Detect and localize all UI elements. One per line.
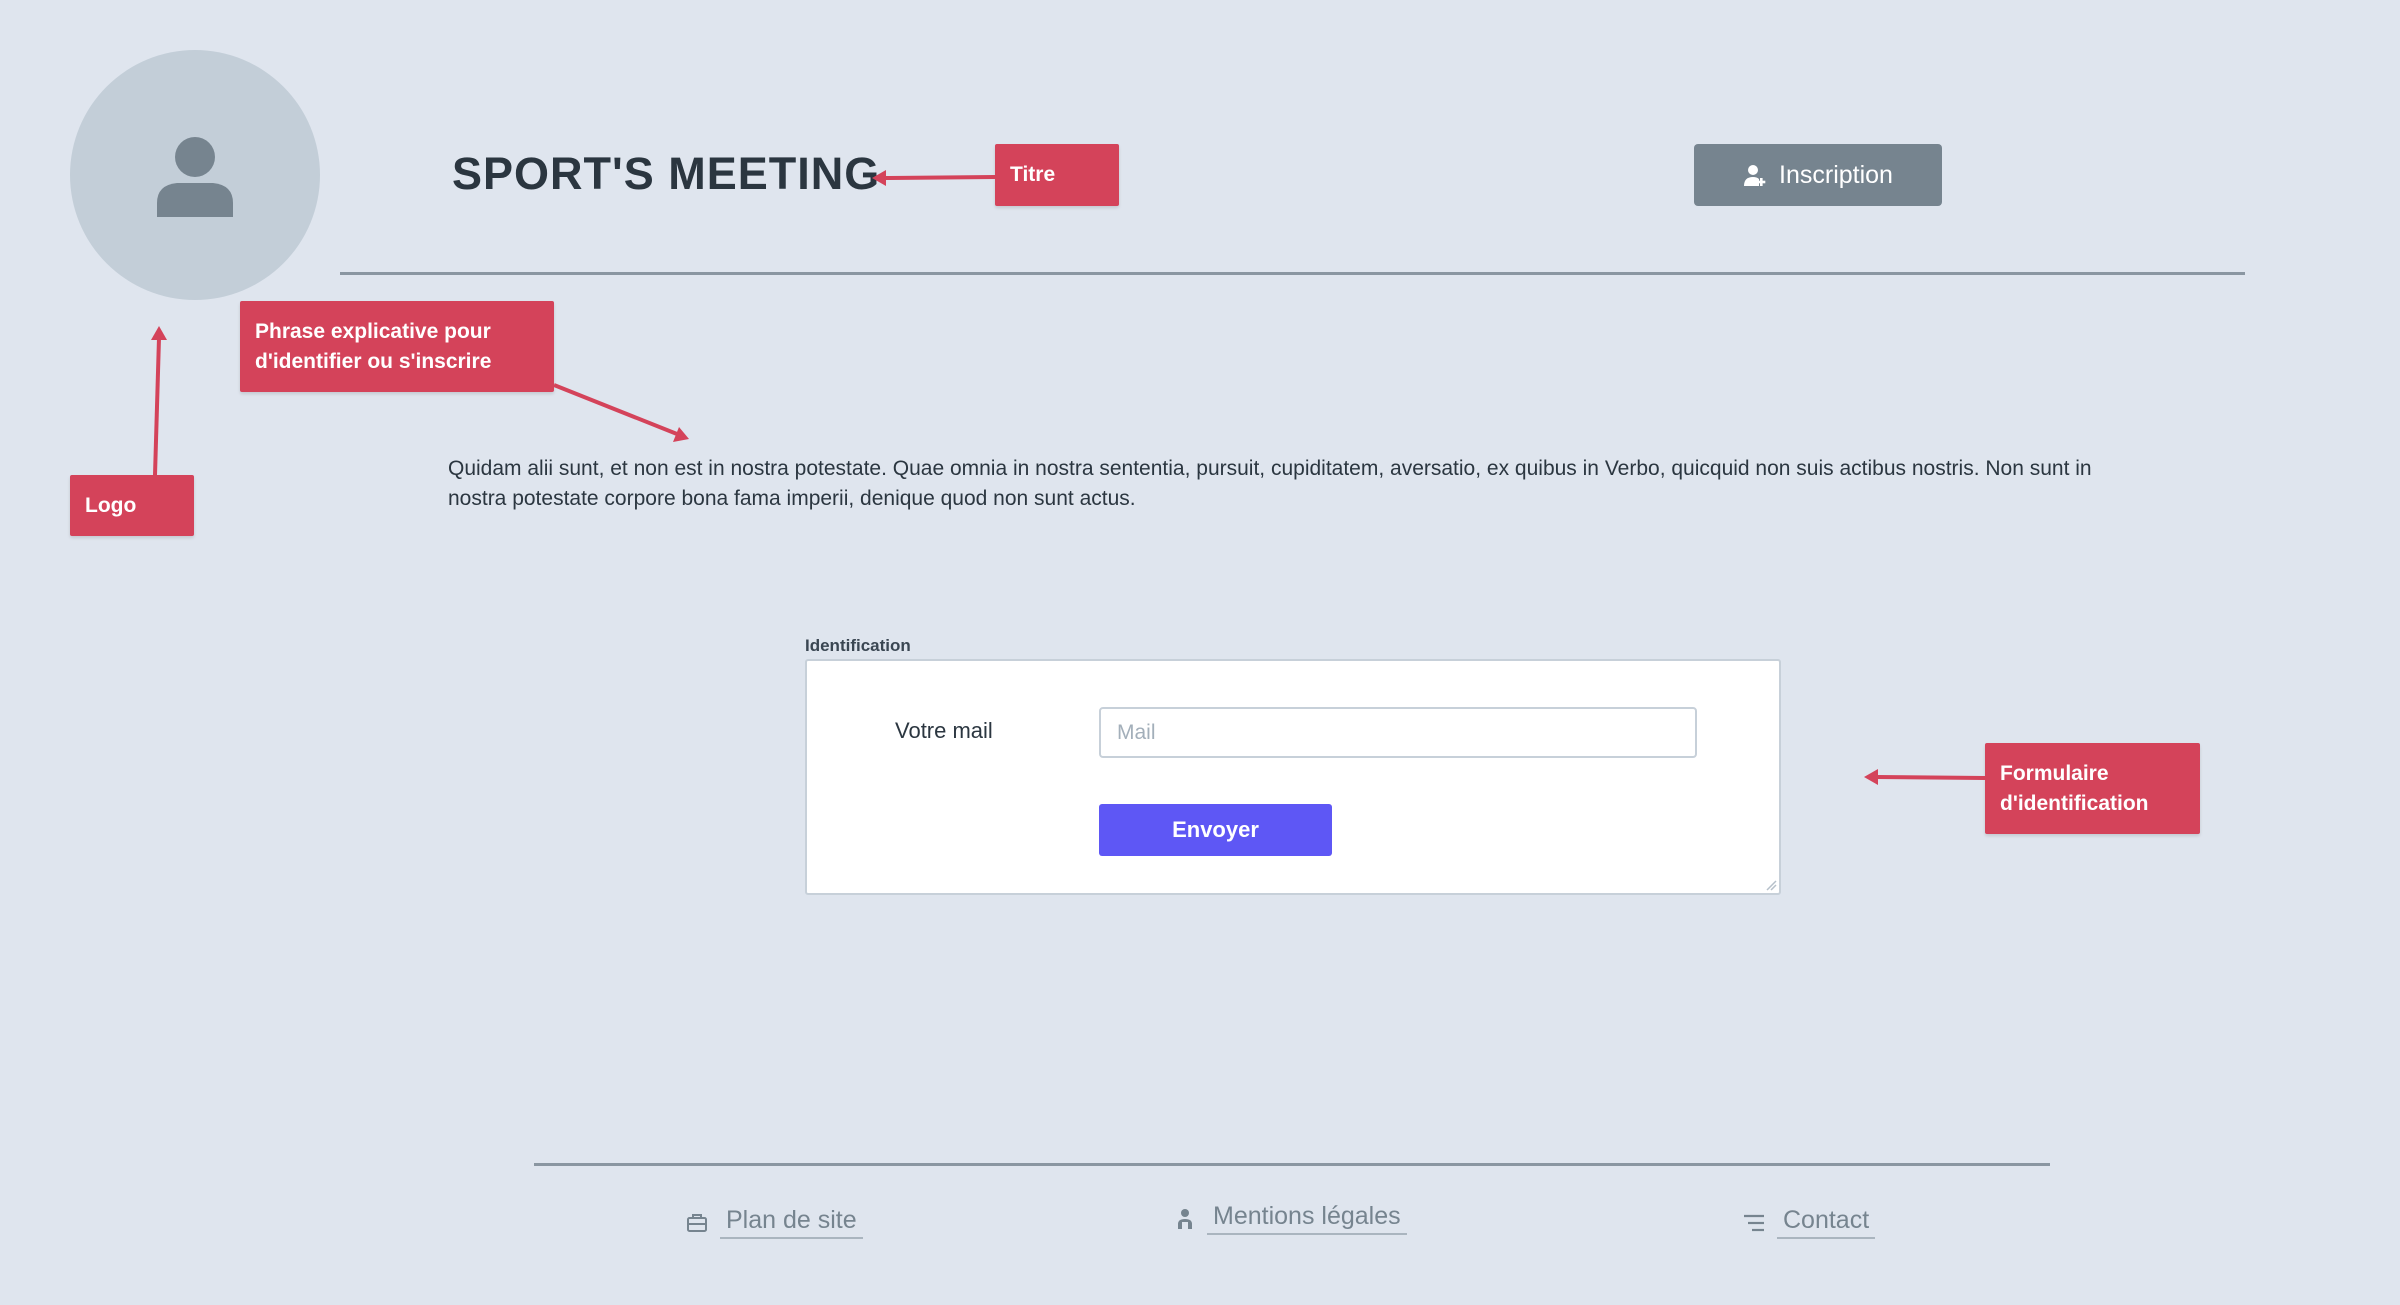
- footer-divider: [534, 1163, 2050, 1166]
- footer-link-contact-label: Contact: [1777, 1206, 1876, 1239]
- annotation-intro: Phrase explicative pour d'identifier ou …: [240, 301, 554, 392]
- signup-button-label: Inscription: [1779, 160, 1893, 189]
- form-legend: Identification: [805, 636, 911, 655]
- mail-input[interactable]: [1099, 707, 1697, 758]
- add-user-icon: [1744, 165, 1766, 186]
- footer-link-legal-label: Mentions légales: [1207, 1202, 1407, 1235]
- person-icon: [1178, 1208, 1192, 1229]
- annotation-title: Titre: [995, 144, 1119, 206]
- page-title: SPORT'S MEETING: [452, 148, 881, 199]
- footer-link-sitemap[interactable]: Plan de site: [686, 1206, 863, 1239]
- annotation-arrows: [151, 170, 1986, 785]
- logo: [70, 50, 320, 300]
- footer-link-legal[interactable]: Mentions légales: [1175, 1202, 1407, 1235]
- user-avatar-icon: [157, 137, 233, 217]
- footer-link-contact[interactable]: Contact: [1743, 1206, 1876, 1239]
- menu-lines-icon: [1744, 1214, 1764, 1231]
- footer-link-sitemap-label: Plan de site: [720, 1206, 863, 1239]
- signup-button[interactable]: Inscription: [1694, 144, 1942, 206]
- intro-paragraph: Quidam alii sunt, et non est in nostra p…: [448, 457, 2092, 510]
- header-divider: [340, 272, 2245, 275]
- resize-grip-icon[interactable]: [1765, 879, 1777, 891]
- send-button[interactable]: Envoyer: [1099, 804, 1332, 856]
- mail-label: Votre mail: [895, 718, 993, 743]
- annotation-logo: Logo: [70, 475, 194, 536]
- identification-form: [805, 659, 1781, 895]
- annotation-form: Formulaire d'identification: [1985, 743, 2200, 834]
- briefcase-icon: [687, 1213, 707, 1232]
